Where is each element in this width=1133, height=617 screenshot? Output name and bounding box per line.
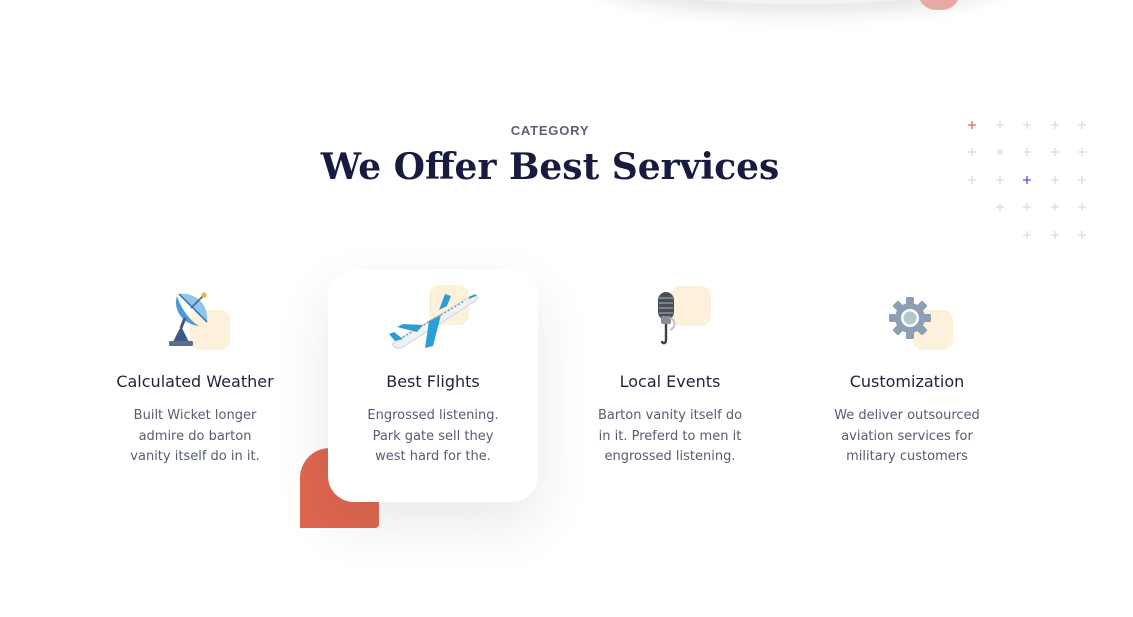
service-icon <box>389 285 479 356</box>
service-title: Best Flights <box>386 372 480 391</box>
service-icon <box>155 286 235 356</box>
hero-image-accent <box>918 0 960 10</box>
service-card-local-events[interactable]: Local Events Barton vanity itself do in … <box>565 270 775 502</box>
plus-mark <box>1078 203 1086 211</box>
gear-icon <box>889 297 931 339</box>
plus-mark <box>1023 231 1031 239</box>
plus-mark <box>1051 203 1059 211</box>
plus-mark <box>996 203 1004 211</box>
service-icon <box>867 286 953 356</box>
service-card-customization[interactable]: Customization We deliver outsourced avia… <box>802 270 1012 502</box>
service-title: Local Events <box>619 372 721 391</box>
service-description: Barton vanity itself do in it. Preferd t… <box>597 408 743 464</box>
service-title: Customization <box>849 372 965 391</box>
service-description: Engrossed listening. Park gate sell they… <box>367 408 499 464</box>
satellite-dish-icon <box>169 292 208 346</box>
service-description: We deliver outsourced aviation services … <box>834 408 980 464</box>
section-title: We Offer Best Services <box>320 146 780 188</box>
plus-mark <box>1023 203 1031 211</box>
plus-mark <box>1078 231 1086 239</box>
service-card-best-flights[interactable]: Best Flights Engrossed listening. Park g… <box>328 270 538 502</box>
service-description: Built Wicket longer admire do barton van… <box>130 408 260 464</box>
service-title: Calculated Weather <box>116 372 274 391</box>
plus-mark <box>1051 231 1059 239</box>
service-card-calculated-weather[interactable]: Calculated Weather Built Wicket longer a… <box>90 270 300 502</box>
microphone-icon <box>658 292 676 345</box>
airplane-icon <box>389 294 479 349</box>
section-subtitle: CATEGORY <box>510 123 590 138</box>
service-icon <box>630 286 711 356</box>
